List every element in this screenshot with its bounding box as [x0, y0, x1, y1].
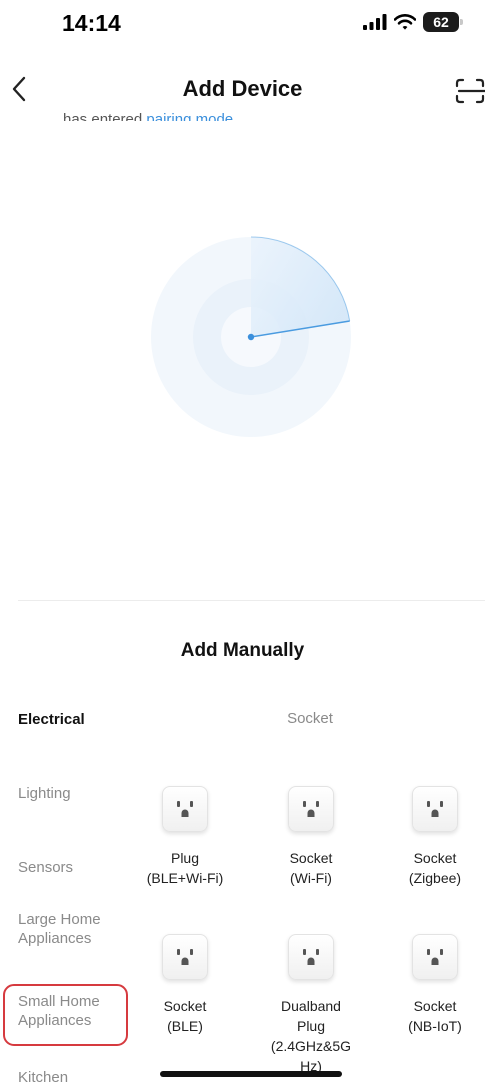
device-name-line: (Zigbee)	[408, 870, 462, 886]
wifi-icon	[394, 14, 416, 30]
device-name-line: (2.4GHz&5G	[270, 1038, 352, 1054]
device-name-line: Socket	[289, 850, 333, 866]
category-lighting[interactable]: Lighting	[18, 784, 71, 803]
device-name-line: Socket	[163, 998, 207, 1014]
device-socket-zigbee[interactable]: Socket (Zigbee)	[372, 786, 485, 888]
device-name-line: Hz)	[300, 1058, 322, 1072]
battery-icon: 62	[423, 12, 463, 32]
socket-icon	[412, 786, 458, 832]
device-dualband-plug[interactable]: Dualband Plug (2.4GHz&5G Hz)	[248, 934, 374, 1072]
category-kitchen-appliances[interactable]: Kitchen Appliances	[18, 1068, 118, 1088]
category-large-home-appliances[interactable]: Large Home Appliances	[18, 910, 118, 948]
pairing-hint-prefix: has entered	[63, 111, 147, 121]
status-icons: 62	[363, 12, 463, 32]
status-bar: 14:14 62	[0, 0, 485, 44]
section-divider	[18, 600, 485, 601]
scan-button[interactable]	[449, 76, 485, 106]
device-name-line: (NB-IoT)	[408, 1018, 462, 1034]
socket-icon	[162, 786, 208, 832]
device-socket-nb-iot[interactable]: Socket (NB-IoT)	[372, 934, 485, 1036]
category-sensors[interactable]: Sensors	[18, 858, 73, 877]
device-name-line: Socket	[413, 850, 457, 866]
page-title: Add Device	[182, 76, 303, 101]
socket-icon	[412, 934, 458, 980]
device-plug-ble-wifi[interactable]: Plug (BLE+Wi-Fi)	[122, 786, 248, 888]
signal-icon	[363, 14, 387, 30]
device-name-line: (BLE+Wi-Fi)	[146, 870, 224, 886]
pairing-hint-text: has entered pairing mode	[63, 105, 233, 121]
subcategory-title: Socket	[287, 710, 333, 727]
scan-icon	[455, 78, 485, 104]
device-name-line: Plug	[170, 850, 200, 866]
device-name-line: (Wi-Fi)	[290, 870, 332, 886]
category-small-home-appliances[interactable]: Small Home Appliances	[3, 984, 128, 1046]
device-name-line: Plug	[296, 1018, 326, 1034]
device-name-line: Dualband	[281, 998, 341, 1014]
socket-icon	[288, 786, 334, 832]
device-name-line: (BLE)	[167, 1018, 203, 1034]
pairing-hint-accent: pairing mode	[146, 111, 234, 121]
category-electrical[interactable]: Electrical	[18, 710, 85, 729]
device-name-line: Socket	[413, 998, 457, 1014]
socket-icon	[162, 934, 208, 980]
add-manually-title: Add Manually	[180, 640, 305, 661]
home-indicator[interactable]	[160, 1071, 342, 1077]
radar-scan-graphic	[151, 236, 351, 437]
socket-icon	[288, 934, 334, 980]
device-socket-wifi[interactable]: Socket (Wi-Fi)	[248, 786, 374, 888]
status-time: 14:14	[62, 10, 121, 36]
battery-level: 62	[433, 14, 449, 30]
device-socket-ble[interactable]: Socket (BLE)	[122, 934, 248, 1036]
